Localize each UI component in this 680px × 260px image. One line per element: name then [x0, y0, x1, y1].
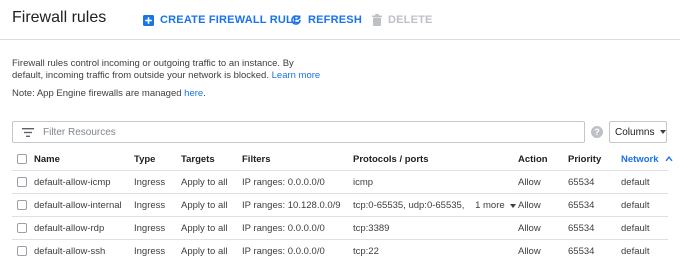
refresh-label: REFRESH	[308, 14, 362, 26]
rule-protocols: tcp:0-65535, udp:0-65535,	[353, 200, 465, 211]
rule-filters: IP ranges: 0.0.0.0/0	[242, 223, 325, 234]
app-engine-note: Note: App Engine firewalls are managed h…	[12, 88, 206, 99]
page-header: Firewall rules CREATE FIREWALL RULE REFR…	[0, 0, 680, 40]
rule-name[interactable]: default-allow-internal	[34, 194, 122, 217]
row-checkbox[interactable]	[17, 246, 27, 256]
filter-bar	[12, 121, 585, 143]
rule-filters: IP ranges: 0.0.0.0/0	[242, 177, 325, 188]
rule-protocols: icmp	[353, 177, 374, 188]
column-header-type[interactable]: Type	[134, 148, 155, 171]
table-row[interactable]: default-allow-internal Ingress Apply to …	[12, 194, 668, 217]
refresh-button[interactable]: REFRESH	[290, 12, 362, 28]
rule-targets: Apply to all	[181, 177, 228, 188]
table-header-row: Name Type Targets Filters Protocols / po…	[12, 148, 673, 171]
column-header-targets[interactable]: Targets	[181, 148, 215, 171]
column-header-network-label: Network	[621, 154, 659, 165]
delete-button[interactable]: DELETE	[372, 12, 433, 28]
filter-input[interactable]	[43, 123, 563, 141]
rule-network: default	[621, 177, 650, 188]
help-icon[interactable]: ?	[591, 126, 603, 138]
columns-dropdown[interactable]: Columns	[609, 121, 667, 143]
info-description: Firewall rules control incoming or outgo…	[12, 58, 294, 81]
refresh-icon	[291, 15, 301, 25]
rule-targets: Apply to all	[181, 200, 228, 211]
rule-priority: 65534	[568, 177, 595, 188]
rule-priority: 65534	[568, 246, 595, 257]
rule-targets: Apply to all	[181, 246, 228, 257]
rule-type: Ingress	[134, 246, 166, 257]
trash-icon	[372, 14, 382, 26]
column-header-name[interactable]: Name	[34, 148, 60, 171]
arrow-up-icon	[665, 156, 673, 162]
column-header-protocols[interactable]: Protocols / ports	[353, 148, 428, 171]
rule-priority: 65534	[568, 200, 595, 211]
filter-list-icon	[13, 122, 43, 142]
row-checkbox[interactable]	[17, 200, 27, 210]
note-prefix: Note: App Engine firewalls are managed	[12, 88, 182, 99]
more-protocols-dropdown[interactable]: 1 more	[475, 194, 516, 217]
columns-label: Columns	[615, 126, 655, 138]
rule-name[interactable]: default-allow-rdp	[34, 217, 104, 240]
column-header-network[interactable]: Network	[621, 148, 673, 171]
rule-filters: IP ranges: 0.0.0.0/0	[242, 246, 325, 257]
column-header-priority[interactable]: Priority	[568, 148, 601, 171]
add-box-icon	[143, 14, 154, 26]
rule-action: Allow	[518, 223, 541, 234]
more-protocols-label: 1 more	[475, 200, 505, 211]
rule-name[interactable]: default-allow-ssh	[34, 240, 105, 260]
rule-filters: IP ranges: 10.128.0.0/9	[242, 200, 341, 211]
column-header-filters[interactable]: Filters	[242, 148, 271, 171]
info-text: Firewall rules control incoming or outgo…	[12, 58, 322, 82]
table-row[interactable]: default-allow-rdp Ingress Apply to all I…	[12, 217, 668, 240]
select-all-checkbox[interactable]	[17, 154, 27, 164]
rule-network: default	[621, 223, 650, 234]
rule-type: Ingress	[134, 200, 166, 211]
rule-targets: Apply to all	[181, 223, 228, 234]
rule-protocols-cell: tcp:0-65535, udp:0-65535, 1 more	[353, 194, 516, 217]
create-firewall-rule-label: CREATE FIREWALL RULE	[160, 14, 301, 26]
delete-label: DELETE	[388, 14, 433, 26]
here-link[interactable]: here	[184, 88, 203, 99]
rule-action: Allow	[518, 246, 541, 257]
rule-type: Ingress	[134, 223, 166, 234]
rule-protocols: tcp:22	[353, 246, 379, 257]
note-suffix: .	[203, 88, 206, 99]
rule-action: Allow	[518, 200, 541, 211]
column-header-action[interactable]: Action	[518, 148, 548, 171]
row-checkbox[interactable]	[17, 223, 27, 233]
table-row[interactable]: default-allow-ssh Ingress Apply to all I…	[12, 240, 668, 260]
rule-name[interactable]: default-allow-icmp	[34, 171, 111, 194]
rule-type: Ingress	[134, 177, 166, 188]
rule-priority: 65534	[568, 223, 595, 234]
rule-action: Allow	[518, 177, 541, 188]
table-row[interactable]: default-allow-icmp Ingress Apply to all …	[12, 171, 668, 194]
learn-more-link[interactable]: Learn more	[272, 70, 321, 81]
rule-network: default	[621, 246, 650, 257]
firewall-rules-table: Name Type Targets Filters Protocols / po…	[12, 148, 673, 260]
caret-down-icon	[660, 130, 667, 134]
create-firewall-rule-button[interactable]: CREATE FIREWALL RULE	[143, 12, 300, 28]
caret-down-icon	[509, 203, 516, 208]
rule-network: default	[621, 200, 650, 211]
page-title: Firewall rules	[12, 9, 107, 26]
rule-protocols: tcp:3389	[353, 223, 390, 234]
row-checkbox[interactable]	[17, 177, 27, 187]
